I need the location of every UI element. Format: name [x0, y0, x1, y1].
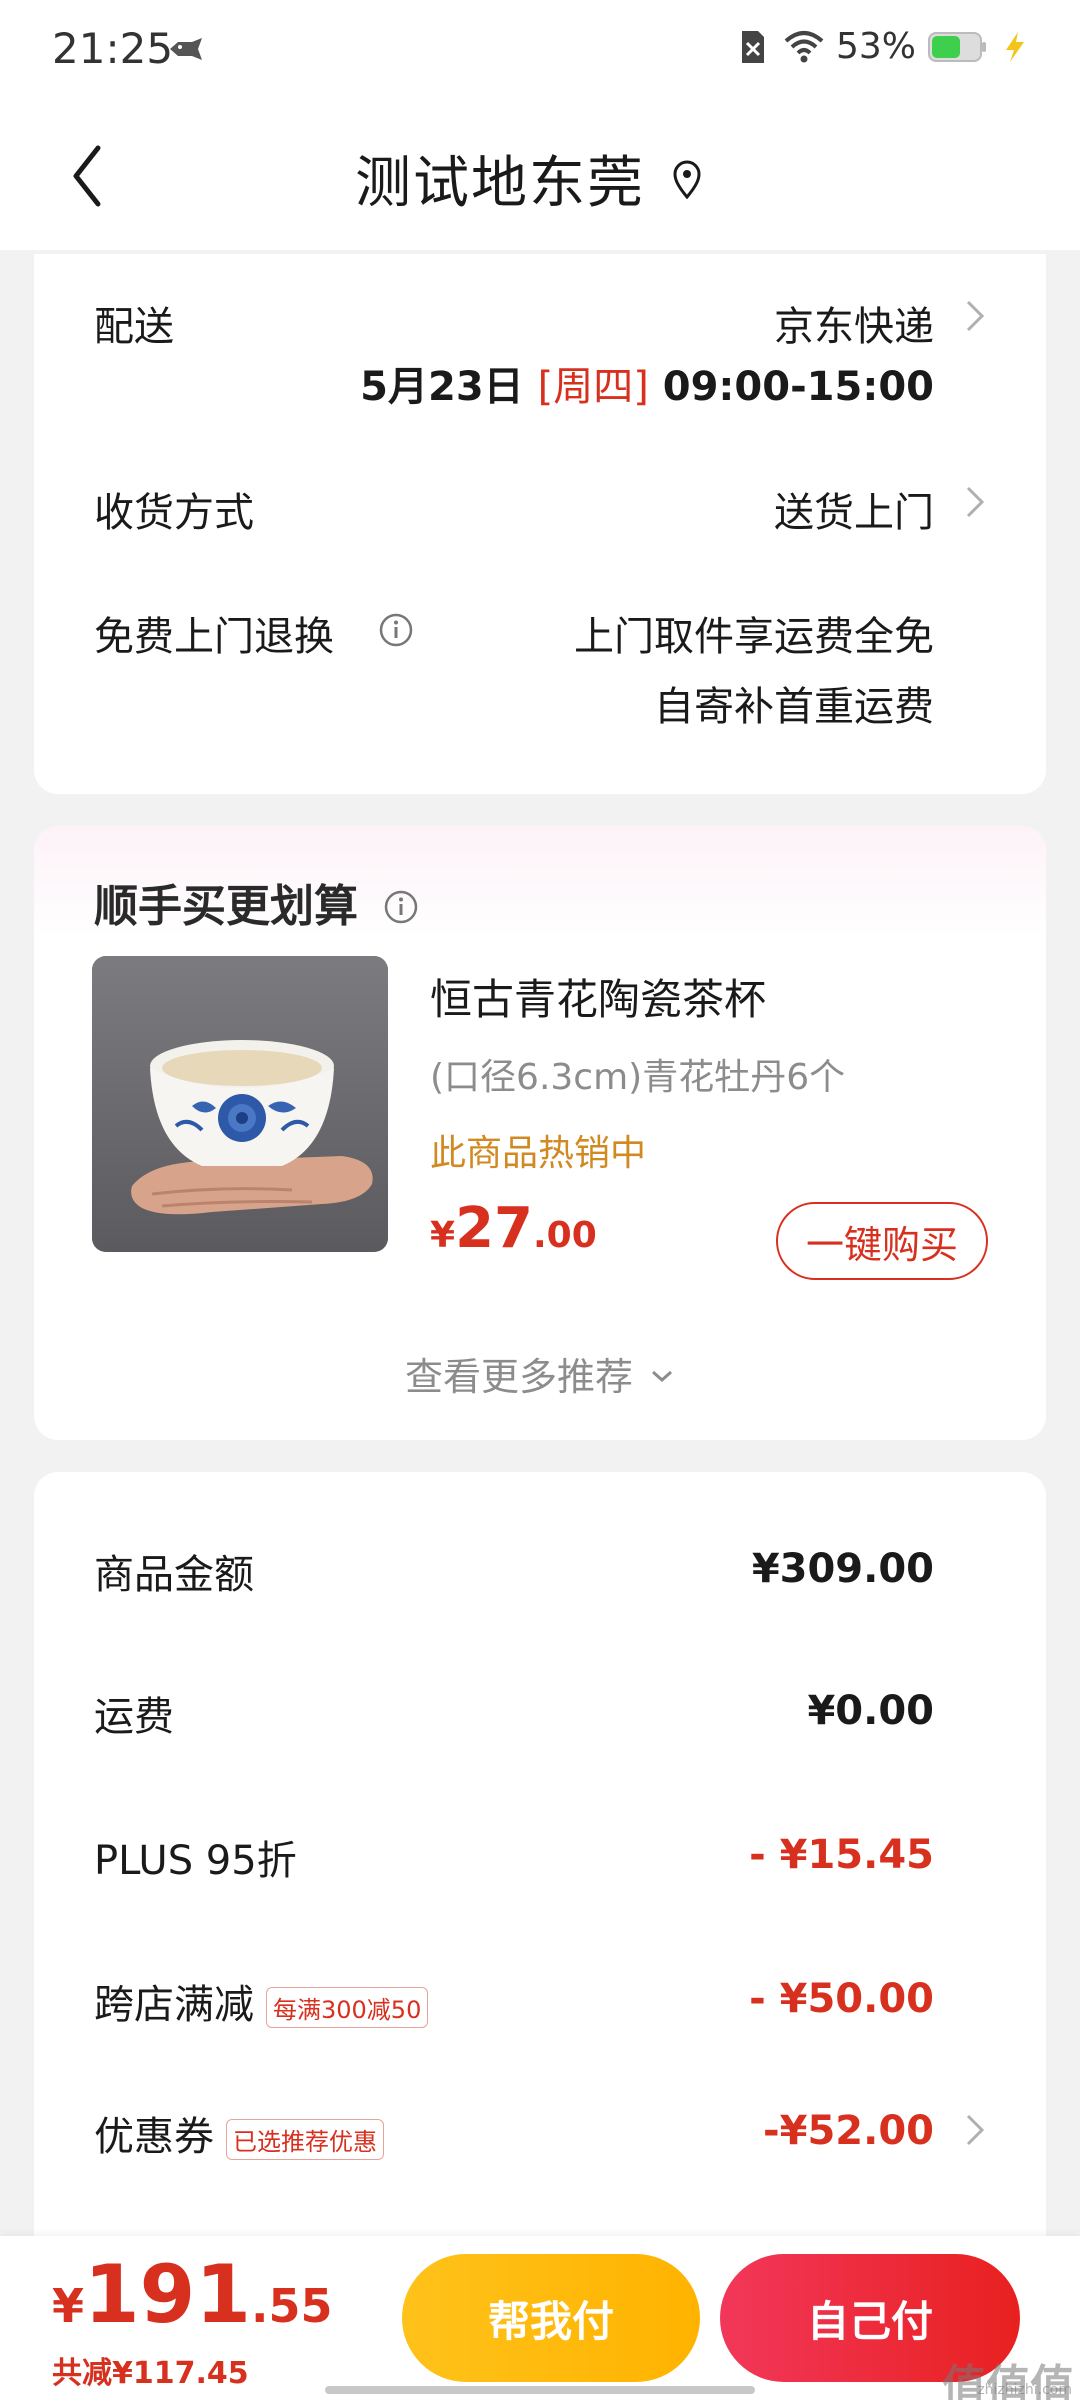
delivery-date: 5月23日	[360, 364, 524, 410]
teacup-image	[92, 956, 388, 1252]
header-title-group[interactable]: 测试地东莞	[355, 138, 705, 219]
free-return-line2: 自寄补首重运费	[654, 684, 934, 730]
coupon-label-group: 优惠券 已选推荐优惠	[94, 2104, 384, 2162]
app-notification-icon	[170, 38, 202, 60]
header: 测试地东莞	[0, 100, 1080, 250]
shipping-value[interactable]: 京东快递	[774, 294, 934, 352]
status-bar: 21:25 53%	[0, 0, 1080, 100]
delivery-card: 配送 京东快递 5月23日 [周四] 09:00-15:00 收货方式 送货上门…	[34, 254, 1046, 794]
delivery-time-range: 09:00-15:00	[662, 364, 934, 410]
info-icon[interactable]	[383, 889, 419, 925]
plus-discount-value: - ¥15.45	[749, 1832, 934, 1878]
cross-store-label: 跨店满减	[94, 1982, 254, 2028]
recommend-title: 顺手买更划算	[94, 870, 419, 934]
free-return-label: 免费上门退换	[94, 614, 334, 660]
recommend-card: 顺手买更划算 恒古青花陶瓷茶杯 (口径6.3cm)青花牡丹6个 此商品热销中 ¥…	[34, 826, 1046, 1440]
watermark-url: zhizhizhi.com	[977, 2382, 1072, 2398]
charging-icon	[1006, 31, 1024, 62]
shipping-label: 配送	[94, 304, 174, 350]
delivery-time: 5月23日 [周四] 09:00-15:00	[360, 354, 934, 412]
total-integer: 191	[84, 2248, 252, 2341]
status-indicators: 53%	[732, 26, 1030, 67]
coupon-label: 优惠券	[94, 2114, 214, 2160]
status-time: 21:25	[52, 24, 174, 73]
plus-discount-label: PLUS 95折	[94, 1838, 297, 1884]
more-recommend-label: 查看更多推荐	[404, 1355, 633, 1399]
free-return-line1: 上门取件享运费全免	[574, 614, 934, 660]
product-name[interactable]: 恒古青花陶瓷茶杯	[430, 966, 766, 1027]
receive-method-label: 收货方式	[94, 490, 254, 536]
product-price: ¥27.00	[430, 1196, 597, 1261]
cross-store-value: - ¥50.00	[749, 1976, 934, 2022]
checkout-bar: ¥191.55 共减¥117.45 帮我付 自己付	[0, 2236, 1080, 2400]
cross-store-label-group: 跨店满减 每满300减50	[94, 1972, 429, 2030]
product-image[interactable]	[92, 956, 388, 1252]
price-currency: ¥	[430, 1215, 456, 1256]
freight-label: 运费	[94, 1694, 174, 1740]
chevron-down-icon	[652, 1370, 673, 1383]
chevron-right-icon[interactable]	[964, 484, 986, 520]
chevron-right-icon[interactable]	[964, 2112, 986, 2148]
total-price: ¥191.55	[52, 2248, 333, 2341]
coupon-tag: 已选推荐优惠	[226, 2118, 384, 2160]
product-spec: (口径6.3cm)青花牡丹6个	[430, 1057, 846, 1098]
more-recommend-link[interactable]: 查看更多推荐	[34, 1346, 1046, 1401]
coupon-value[interactable]: -¥52.00	[763, 2108, 934, 2154]
price-integer: 27	[455, 1196, 533, 1261]
goods-amount-value: ¥309.00	[751, 1546, 934, 1592]
one-click-buy-button[interactable]: 一键购买	[776, 1202, 988, 1280]
location-pin-icon	[673, 160, 701, 199]
goods-amount-label: 商品金额	[94, 1552, 254, 1598]
battery-icon	[928, 31, 986, 62]
product-hot-label: 此商品热销中	[430, 1133, 647, 1174]
wifi-icon	[784, 30, 824, 62]
help-me-pay-button[interactable]: 帮我付	[402, 2254, 700, 2382]
total-decimal: .55	[251, 2279, 333, 2333]
home-indicator[interactable]	[325, 2386, 755, 2394]
price-decimal: .00	[533, 1215, 597, 1256]
chevron-right-icon[interactable]	[964, 298, 986, 334]
info-icon[interactable]	[378, 612, 414, 648]
sim-off-icon	[741, 30, 764, 63]
battery-percent: 53%	[835, 26, 916, 67]
freight-value: ¥0.00	[807, 1688, 934, 1734]
total-saved: 共减¥117.45	[52, 2356, 249, 2391]
receive-method-value[interactable]: 送货上门	[774, 480, 934, 538]
total-currency: ¥	[52, 2279, 85, 2333]
back-arrow-icon[interactable]	[60, 136, 120, 216]
recommend-title-text: 顺手买更划算	[94, 881, 358, 932]
cross-store-tag: 每满300减50	[266, 1986, 429, 2028]
page-title: 测试地东莞	[355, 151, 645, 216]
delivery-weekday: [周四]	[537, 364, 649, 410]
